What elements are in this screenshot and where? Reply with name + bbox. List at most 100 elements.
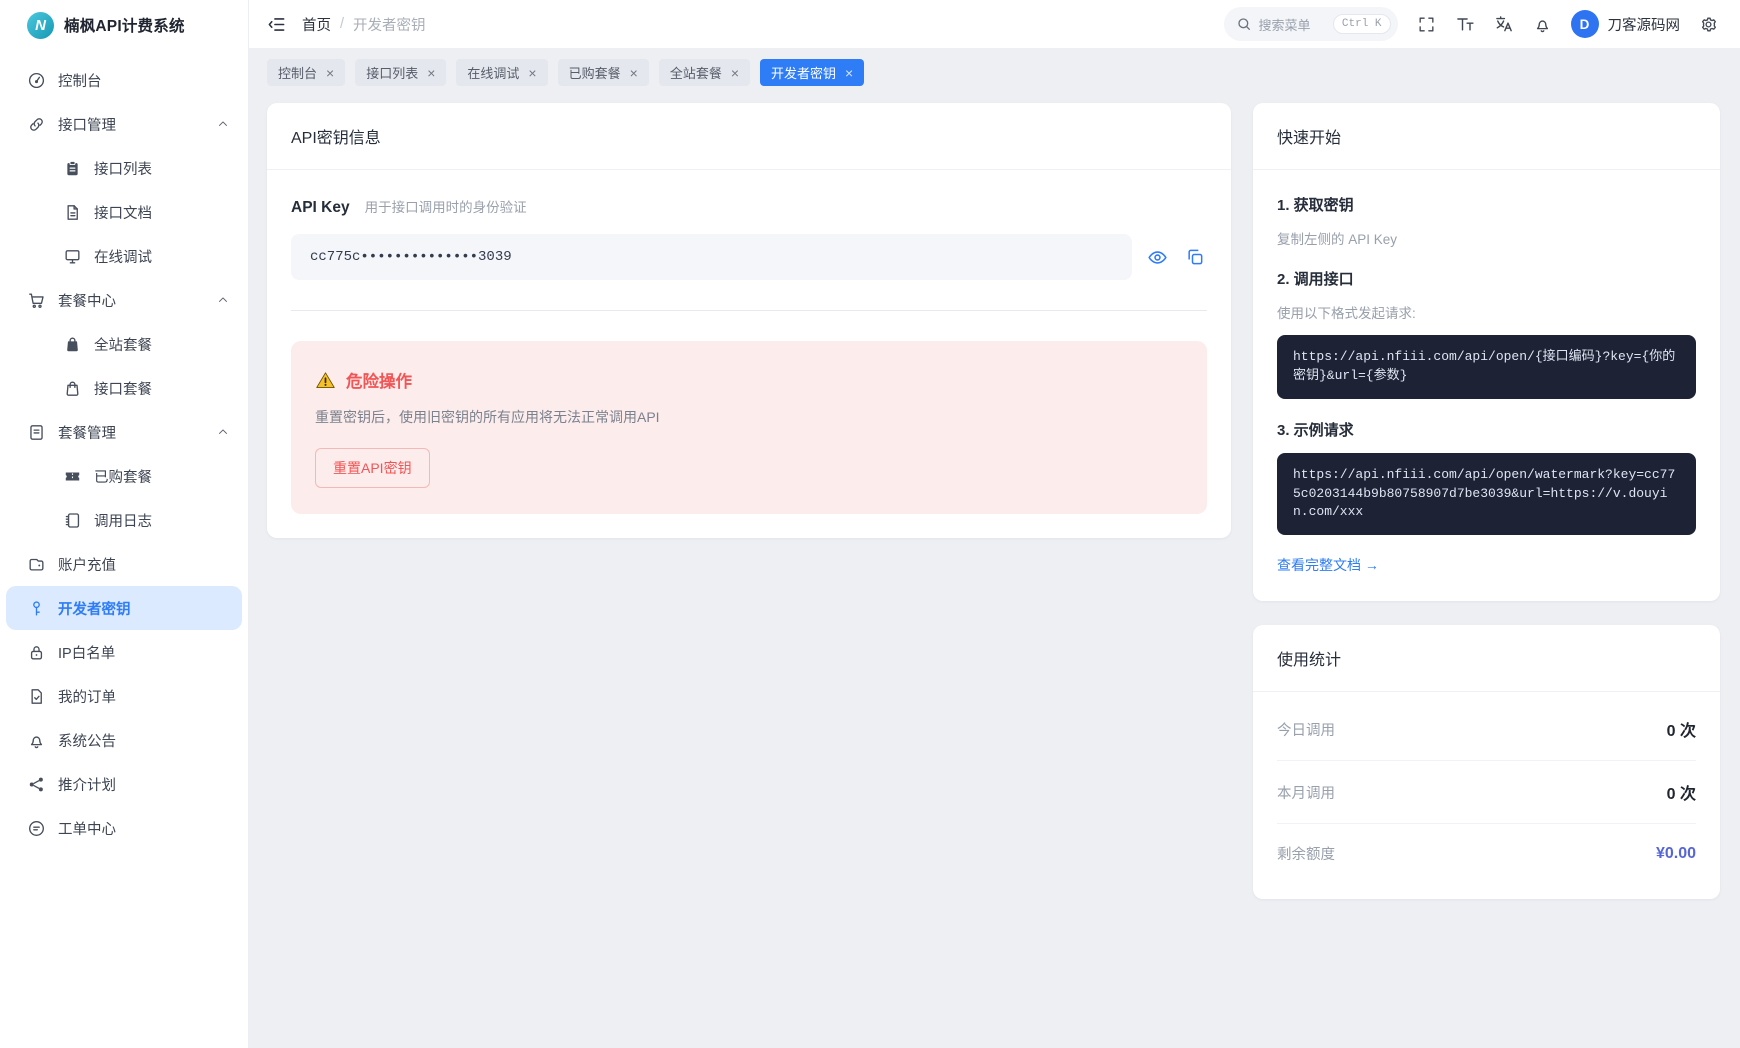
sidebar-item-label: 接口文档 xyxy=(94,205,152,222)
request-format-code[interactable]: https://api.nfiii.com/api/open/{接口编码}?ke… xyxy=(1277,335,1696,399)
api-key-card-title: API密钥信息 xyxy=(267,103,1231,170)
step-3-title: 3. 示例请求 xyxy=(1277,421,1354,439)
tab-online-debug[interactable]: 在线调试 × xyxy=(456,59,548,86)
api-key-hint: 用于接口调用时的身份验证 xyxy=(364,200,527,215)
breadcrumb-home[interactable]: 首页 xyxy=(302,14,331,35)
close-icon[interactable]: × xyxy=(326,66,334,80)
stat-value: ¥0.00 xyxy=(1655,844,1696,862)
sidebar-item-label: 控制台 xyxy=(58,73,102,90)
translate-icon[interactable] xyxy=(1494,14,1514,34)
example-request-code[interactable]: https://api.nfiii.com/api/open/watermark… xyxy=(1277,452,1696,536)
sidebar-item-ticket-center[interactable]: 工单中心 xyxy=(0,806,248,850)
sidebar-item-label: 接口套餐 xyxy=(94,381,152,398)
clipboard-icon xyxy=(63,159,82,178)
step-2-title: 2. 调用接口 xyxy=(1277,271,1354,288)
collapse-sidebar-icon[interactable] xyxy=(267,15,286,34)
file-text-icon xyxy=(63,203,82,222)
section-divider xyxy=(291,310,1207,311)
breadcrumb-separator: / xyxy=(340,16,345,32)
api-key-label: API Key xyxy=(291,199,350,216)
quick-start-title: 快速开始 xyxy=(1253,103,1720,170)
api-key-field[interactable]: cc775c••••••••••••••3039 xyxy=(291,234,1132,280)
sidebar-item-online-debug[interactable]: 在线调试 xyxy=(0,234,248,278)
tab-label: 开发者密钥 xyxy=(771,66,837,81)
sidebar-item-developer-key[interactable]: 开发者密钥 xyxy=(6,586,242,630)
close-icon[interactable]: × xyxy=(528,66,536,80)
tab-label: 已购套餐 xyxy=(568,66,621,81)
sidebar-item-label: 调用日志 xyxy=(94,513,152,530)
close-icon[interactable]: × xyxy=(630,66,638,80)
app-root: N 楠枫API计费系统 控制台 接口管理 接口列表 接口文档 在线调试 套餐中心… xyxy=(0,0,1740,1048)
tab-api-list[interactable]: 接口列表 × xyxy=(355,59,447,86)
key-icon xyxy=(27,599,46,618)
api-key-value: cc775c••••••••••••••3039 xyxy=(310,249,512,265)
tab-label: 在线调试 xyxy=(467,66,520,81)
close-icon[interactable]: × xyxy=(731,66,739,80)
stat-row: 本月调用 0 次 xyxy=(1277,761,1696,825)
monitor-icon xyxy=(63,247,82,266)
username: 刀客源码网 xyxy=(1607,17,1681,34)
sidebar-item-api-packages[interactable]: 接口套餐 xyxy=(0,366,248,410)
tab-label: 全站套餐 xyxy=(669,66,722,81)
danger-zone: 危险操作 重置密钥后，使用旧密钥的所有应用将无法正常调用API 重置API密钥 xyxy=(291,341,1207,514)
api-link-icon xyxy=(27,115,46,134)
lock-icon xyxy=(27,643,46,662)
tab-developer-key[interactable]: 开发者密钥 × xyxy=(760,59,865,86)
search-input[interactable]: 搜索菜单 Ctrl K xyxy=(1223,7,1398,41)
stat-label: 本月调用 xyxy=(1277,785,1335,802)
stat-value: 0 次 xyxy=(1666,723,1696,741)
user-menu[interactable]: D 刀客源码网 xyxy=(1570,10,1681,38)
tab-dashboard[interactable]: 控制台 × xyxy=(267,59,346,86)
sidebar-item-ip-whitelist[interactable]: IP白名单 xyxy=(0,630,248,674)
sidebar-item-label: 在线调试 xyxy=(94,249,152,266)
sidebar-item-label: 系统公告 xyxy=(58,733,116,750)
sidebar-item-label: 账户充值 xyxy=(58,557,116,574)
usage-stats-card: 使用统计 今日调用 0 次 本月调用 0 次 剩余额度 ¥0.00 xyxy=(1253,625,1720,900)
chevron-up-icon[interactable] xyxy=(216,425,230,439)
sidebar-item-label: 开发者密钥 xyxy=(58,601,131,618)
breadcrumb-current: 开发者密钥 xyxy=(353,17,426,34)
sidebar-item-purchased-packages[interactable]: 已购套餐 xyxy=(0,454,248,498)
sidebar-item-site-packages[interactable]: 全站套餐 xyxy=(0,322,248,366)
close-icon[interactable]: × xyxy=(845,66,853,80)
tab-purchased-packages[interactable]: 已购套餐 × xyxy=(557,59,649,86)
api-key-card: API密钥信息 API Key 用于接口调用时的身份验证 cc775c•••••… xyxy=(267,103,1231,538)
eye-icon[interactable] xyxy=(1145,245,1170,270)
sidebar-item-api-management[interactable]: 接口管理 xyxy=(0,102,248,146)
bag-outline-icon xyxy=(63,379,82,398)
usage-stats-title: 使用统计 xyxy=(1253,625,1720,693)
sidebar-item-label: IP白名单 xyxy=(58,645,116,662)
share-icon xyxy=(27,775,46,794)
reset-api-key-button[interactable]: 重置API密钥 xyxy=(315,448,430,488)
sidebar-item-api-docs[interactable]: 接口文档 xyxy=(0,190,248,234)
step-2-desc: 使用以下格式发起请求: xyxy=(1277,306,1416,321)
chevron-up-icon[interactable] xyxy=(216,293,230,307)
close-icon[interactable]: × xyxy=(427,66,435,80)
sidebar-item-system-announcements[interactable]: 系统公告 xyxy=(0,718,248,762)
sidebar-item-label: 套餐管理 xyxy=(58,425,116,442)
sidebar-item-account-recharge[interactable]: 账户充值 xyxy=(0,542,248,586)
sidebar-item-package-management[interactable]: 套餐管理 xyxy=(0,410,248,454)
font-size-icon[interactable] xyxy=(1455,14,1475,34)
sidebar-item-referral-program[interactable]: 推介计划 xyxy=(0,762,248,806)
cart-icon xyxy=(27,291,46,310)
avatar: D xyxy=(1570,10,1599,38)
bell-icon xyxy=(27,731,46,750)
tabbar: 控制台 × 接口列表 × 在线调试 × 已购套餐 × 全站套餐 × 开发者密钥 … xyxy=(249,48,1740,93)
copy-icon[interactable] xyxy=(1183,245,1207,269)
sidebar-item-package-center[interactable]: 套餐中心 xyxy=(0,278,248,322)
sidebar-item-dashboard[interactable]: 控制台 xyxy=(0,58,248,102)
bell-icon[interactable] xyxy=(1533,15,1552,34)
content: API密钥信息 API Key 用于接口调用时的身份验证 cc775c•••••… xyxy=(249,93,1740,1048)
tab-site-packages[interactable]: 全站套餐 × xyxy=(658,59,751,86)
stat-label: 剩余额度 xyxy=(1277,847,1335,864)
sidebar-item-api-list[interactable]: 接口列表 xyxy=(0,146,248,190)
view-full-docs-link[interactable]: 查看完整文档 → xyxy=(1277,555,1379,575)
search-shortcut-badge: Ctrl K xyxy=(1332,14,1391,34)
fullscreen-icon[interactable] xyxy=(1417,15,1436,34)
gear-icon[interactable] xyxy=(1699,15,1718,34)
chevron-up-icon[interactable] xyxy=(216,117,230,131)
sidebar-item-my-orders[interactable]: 我的订单 xyxy=(0,674,248,718)
dashboard-icon xyxy=(27,71,46,90)
sidebar-item-call-logs[interactable]: 调用日志 xyxy=(0,498,248,542)
